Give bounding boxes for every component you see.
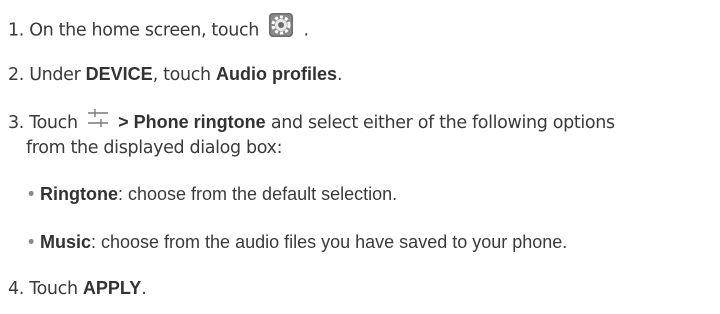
audio-profiles-label: Audio profiles [215, 64, 337, 84]
step-2: 2. Under DEVICE, touch Audio profiles. [8, 62, 343, 87]
ringtone-desc: : choose from the default selection. [117, 184, 398, 204]
step-1-text: 1. On the home screen, touch [8, 20, 260, 41]
step-4: 4. Touch APPLY. [8, 276, 147, 301]
step-2-prefix: 2. Under [8, 65, 81, 85]
step-4-suffix: . [141, 279, 147, 299]
bullet: • [26, 233, 36, 253]
music-label: Music [39, 232, 91, 252]
step-4-prefix: 4. Touch [8, 279, 78, 299]
ringtone-label: Ringtone [39, 184, 118, 204]
option-music: • Music: choose from the audio files you … [26, 230, 567, 255]
step-2-suffix: . [336, 65, 343, 85]
step-1: 1. On the home screen, touch . [8, 12, 309, 47]
apply-label: APPLY [82, 278, 142, 298]
option-ringtone: • Ringtone: choose from the default selec… [26, 182, 397, 207]
step-3-rest: and select either of the following optio… [270, 113, 615, 133]
step-3: 3. Touch > Phone ringtone and select eit… [8, 108, 615, 136]
sliders-icon [87, 108, 109, 134]
step-2-mid: , touch [152, 65, 211, 85]
step-3-prefix: 3. Touch [8, 113, 78, 133]
step-3-continuation: from the displayed dialog box: [26, 138, 283, 158]
device-label: DEVICE [85, 64, 153, 84]
phone-ringtone-label: > Phone ringtone [118, 112, 266, 132]
music-desc: : choose from the audio files you have s… [91, 232, 568, 252]
step-1-suffix: . [303, 20, 309, 41]
bullet: • [26, 185, 36, 205]
settings-gear-icon [268, 12, 294, 45]
